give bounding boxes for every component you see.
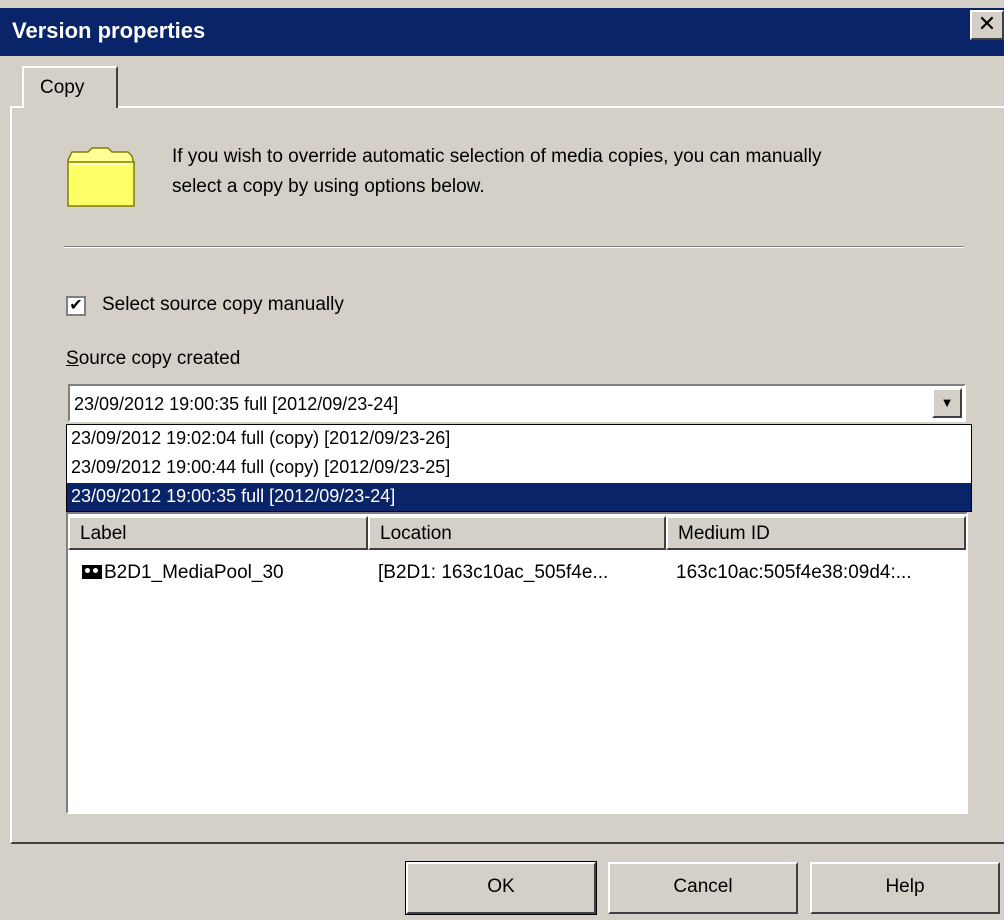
column-header-text: Location [380,523,452,544]
source-copy-combobox[interactable]: 23/09/2012 19:00:35 full [2012/09/23-24]… [68,384,966,422]
dropdown-option[interactable]: 23/09/2012 19:02:04 full (copy) [2012/09… [67,425,971,453]
source-copy-label-accelerator: S [66,348,79,369]
column-header-label[interactable]: Label [68,516,368,550]
cell-medium-id: 163c10ac:505f4e38:09d4:... [676,562,912,583]
dropdown-option[interactable]: 23/09/2012 19:00:44 full (copy) [2012/09… [67,454,971,482]
dropdown-option-selected[interactable]: 23/09/2012 19:00:35 full [2012/09/23-24] [67,483,971,511]
column-header-location[interactable]: Location [368,516,666,550]
info-text-line-1: If you wish to override automatic select… [172,146,822,167]
tape-icon [82,565,102,579]
close-icon: ✕ [977,11,997,36]
ok-button[interactable]: OK [405,861,597,915]
cell-location: [B2D1: 163c10ac_505f4e... [378,562,609,583]
media-list-table[interactable]: Label Location Medium ID B2D1_MediaPool_… [66,512,968,814]
cell-label-text: B2D1_MediaPool_30 [104,562,284,583]
cancel-button[interactable]: Cancel [608,862,798,914]
window-title: Version properties [12,18,206,43]
dropdown-option-text: 23/09/2012 19:00:44 full (copy) [2012/09… [71,457,451,477]
dropdown-option-text: 23/09/2012 19:00:35 full [2012/09/23-24] [71,486,396,506]
close-button[interactable]: ✕ [970,10,1004,40]
source-copy-label-rest: ource copy created [78,348,241,369]
chevron-down-icon: ▼ [940,395,954,410]
combobox-dropdown-button[interactable]: ▼ [932,388,962,418]
tab-copy[interactable]: Copy [22,66,118,108]
help-button[interactable]: Help [810,862,1000,914]
info-text-line-2: select a copy by using options below. [172,176,485,197]
column-header-text: Label [80,523,127,544]
cell-label: B2D1_MediaPool_30 [82,562,284,584]
tab-copy-label: Copy [40,77,85,98]
column-header-text: Medium ID [678,523,770,544]
folder-icon [67,147,135,207]
dropdown-option-text: 23/09/2012 19:02:04 full (copy) [2012/09… [71,428,451,448]
separator [64,246,964,248]
source-copy-label: Source copy created [66,348,240,370]
title-bar: Version properties [0,8,1004,56]
select-manually-label[interactable]: Select source copy manually [102,294,344,316]
combobox-value: 23/09/2012 19:00:35 full [2012/09/23-24] [74,394,399,414]
source-copy-dropdown-list: 23/09/2012 19:02:04 full (copy) [2012/09… [66,424,972,512]
select-manually-checkbox[interactable]: ✔ [66,296,86,316]
checkmark-icon: ✔ [69,297,83,314]
column-header-medium-id[interactable]: Medium ID [666,516,966,550]
